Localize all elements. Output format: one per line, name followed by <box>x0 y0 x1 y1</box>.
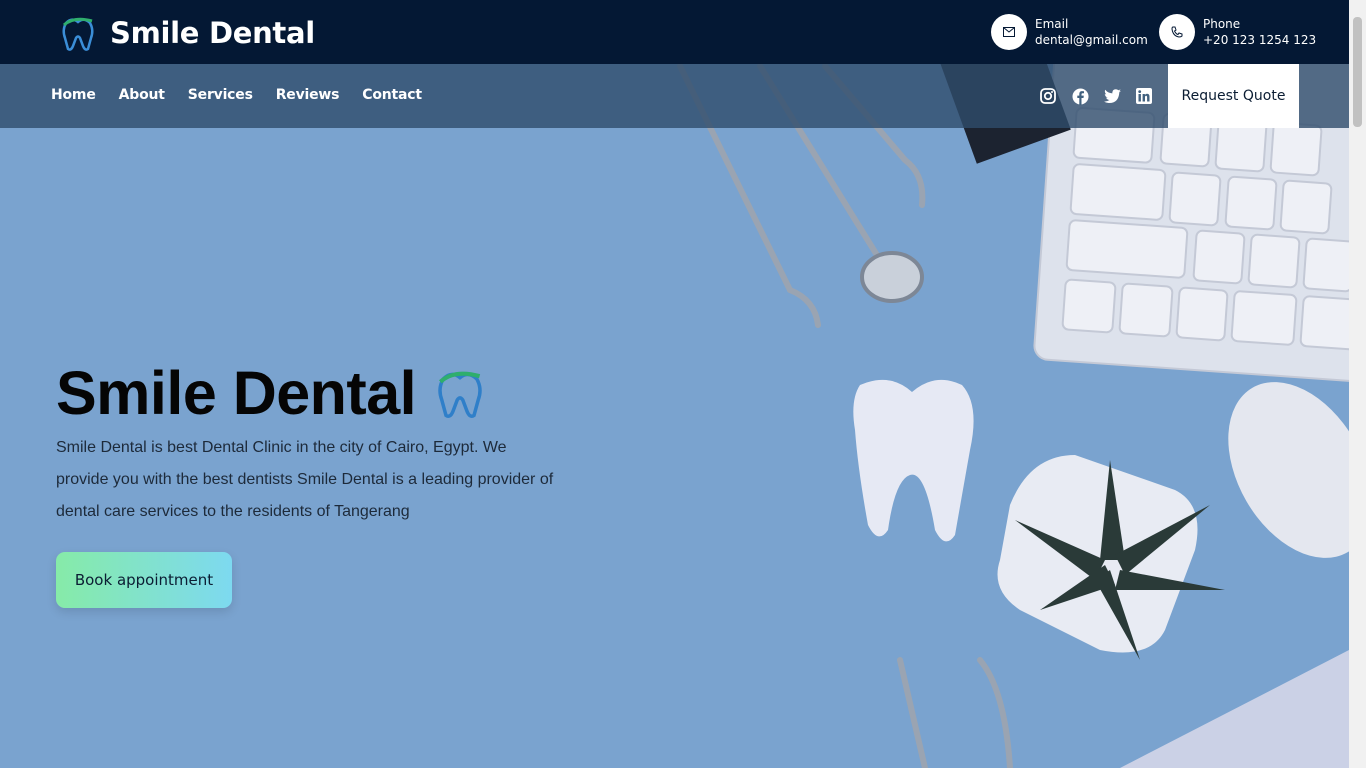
contact-email[interactable]: Email dental@gmail.com <box>991 14 1148 50</box>
plant-pot-illustration <box>997 455 1198 653</box>
nav-about[interactable]: About <box>119 87 165 103</box>
phone-icon <box>1159 14 1195 50</box>
nav-services[interactable]: Services <box>188 87 253 103</box>
book-appointment-button[interactable]: Book appointment <box>56 552 232 608</box>
page-scrollbar[interactable] <box>1349 0 1366 768</box>
contact-email-label: Email <box>1035 17 1069 31</box>
linkedin-icon[interactable] <box>1134 86 1154 106</box>
facebook-icon[interactable] <box>1070 86 1090 106</box>
hero-heading: Smile Dental <box>56 359 417 427</box>
mail-icon <box>991 14 1027 50</box>
twitter-icon[interactable] <box>1102 86 1122 106</box>
contact-phone-value: +20 123 1254 123 <box>1203 33 1317 47</box>
scrollbar-thumb[interactable] <box>1353 17 1362 127</box>
main-nav: Home About Services Reviews Contact <box>51 87 422 103</box>
brand-name: Smile Dental <box>110 16 315 50</box>
tooth-icon <box>438 371 482 418</box>
nav-bar: Home About Services Reviews Contact Requ… <box>0 64 1349 128</box>
instagram-icon[interactable] <box>1038 86 1058 106</box>
mouse-illustration <box>1228 382 1349 558</box>
hero-description: Smile Dental is best Dental Clinic in th… <box>56 439 554 520</box>
nav-home[interactable]: Home <box>51 87 96 103</box>
social-links <box>1038 86 1154 106</box>
notebook-illustration <box>1120 650 1349 768</box>
contact-email-value: dental@gmail.com <box>1035 33 1148 47</box>
nav-reviews[interactable]: Reviews <box>276 87 340 103</box>
paper-tooth-illustration <box>853 379 974 542</box>
nav-contact[interactable]: Contact <box>362 87 422 103</box>
request-quote-button[interactable]: Request Quote <box>1168 64 1299 128</box>
contact-phone[interactable]: Phone +20 123 1254 123 <box>1159 14 1316 50</box>
top-bar: Smile Dental Email dental@gmail.com Phon… <box>0 0 1349 64</box>
hero-title: Smile Dental <box>56 358 488 428</box>
tooth-logo-icon <box>62 17 94 51</box>
brand-logo[interactable]: Smile Dental <box>58 13 315 53</box>
contact-phone-label: Phone <box>1203 17 1241 31</box>
